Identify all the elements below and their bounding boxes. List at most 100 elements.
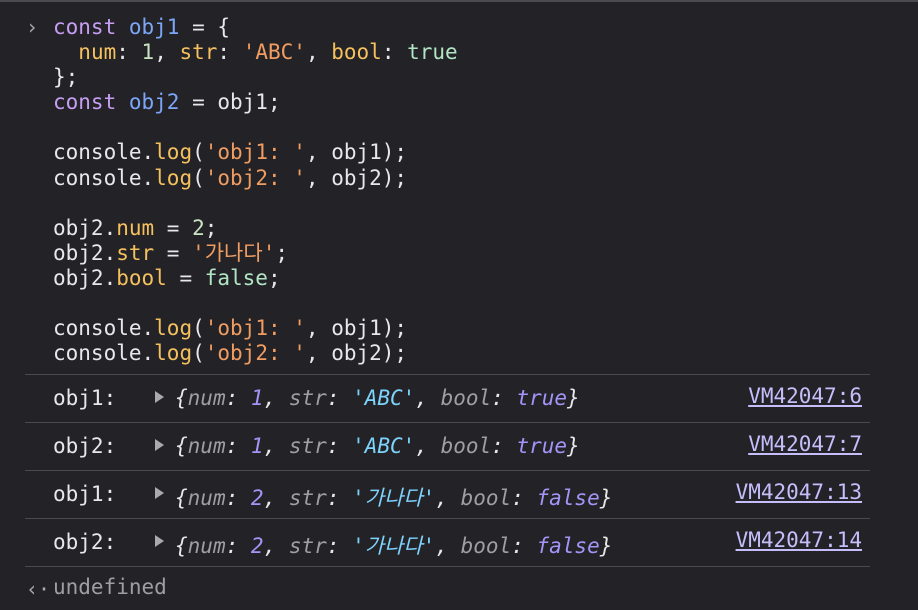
bottom-divider	[25, 566, 870, 567]
key-str: str	[288, 386, 327, 410]
code-token: const	[53, 15, 117, 39]
key-num: num	[187, 486, 226, 510]
code-token: 2	[192, 215, 205, 240]
log-label: obj2:	[53, 530, 117, 554]
value-str: '가나다'	[352, 534, 436, 558]
key-bool: bool	[440, 434, 492, 458]
object-preview[interactable]: {num: 2, str: '가나다', bool: false}	[175, 530, 612, 560]
code-token: ,	[305, 40, 332, 65]
code-line: const obj1 = {	[53, 15, 458, 40]
key-str: str	[288, 434, 327, 458]
code-token: 'obj1: '	[204, 140, 306, 165]
top-divider	[0, 0, 918, 2]
input-code-block[interactable]: const obj1 = { num: 1, str: 'ABC', bool:…	[53, 15, 458, 366]
value-bool: false	[536, 534, 600, 558]
code-token: str	[116, 240, 155, 265]
code-token: ;	[204, 215, 218, 240]
object-preview[interactable]: {num: 2, str: '가나다', bool: false}	[175, 482, 612, 512]
code-token: ;	[267, 265, 281, 290]
code-token: :	[217, 40, 243, 65]
log-row: obj1: {num: 2, str: '가나다', bool: false} VM…	[25, 470, 870, 518]
source-link[interactable]: VM42047:14	[736, 528, 862, 552]
key-bool: bool	[460, 534, 512, 558]
code-token: , obj2);	[305, 165, 408, 190]
code-token: console.	[53, 140, 155, 165]
value-num: 2	[250, 486, 264, 510]
expand-triangle-icon[interactable]	[155, 487, 164, 499]
source-link[interactable]: VM42047:7	[748, 432, 862, 456]
return-arrow-icon: ‹·	[26, 577, 51, 601]
code-token: obj2.	[53, 265, 117, 290]
code-token: obj2.	[53, 215, 117, 240]
expand-triangle-icon[interactable]	[155, 391, 164, 403]
code-line: };	[53, 65, 458, 90]
expand-triangle-icon[interactable]	[155, 439, 164, 451]
code-token: (	[192, 341, 205, 366]
return-value: undefined	[53, 575, 167, 599]
value-num: 2	[250, 534, 264, 558]
code-line: console.log('obj2: ', obj2);	[53, 341, 458, 366]
code-token: console.	[53, 316, 155, 341]
code-token: =	[166, 265, 205, 290]
code-line: obj2.num = 2;	[53, 216, 458, 241]
object-preview[interactable]: {num: 1, str: 'ABC', bool: true}	[175, 434, 580, 458]
code-token: log	[154, 341, 193, 366]
code-token: , obj1);	[305, 316, 408, 341]
key-num: num	[187, 434, 226, 458]
code-token: (	[192, 316, 205, 341]
code-token: 1	[141, 40, 155, 65]
code-token: str	[179, 40, 218, 65]
log-row: obj1: {num: 1, str: 'ABC', bool: true} VM4…	[25, 374, 870, 422]
code-token: num	[78, 40, 117, 65]
code-token: true	[407, 40, 458, 65]
code-token: = obj1;	[179, 90, 281, 115]
value-bool: true	[516, 434, 568, 458]
chevron-right-icon: ›	[26, 15, 39, 39]
source-link[interactable]: VM42047:13	[736, 480, 862, 504]
source-link[interactable]: VM42047:6	[748, 384, 862, 408]
value-str: 'ABC'	[352, 386, 416, 410]
key-num: num	[187, 534, 226, 558]
code-line: const obj2 = obj1;	[53, 90, 458, 115]
code-token: };	[53, 65, 79, 90]
code-token: ,	[154, 40, 180, 65]
code-token: :	[116, 40, 142, 65]
code-token: obj2.	[53, 240, 117, 265]
log-label: obj1:	[53, 386, 117, 410]
code-token: , obj1);	[305, 140, 408, 165]
value-bool: true	[516, 386, 568, 410]
code-token: (	[192, 165, 205, 190]
code-token: 'obj2: '	[204, 341, 306, 366]
code-token: log	[154, 316, 193, 341]
expand-triangle-icon[interactable]	[155, 535, 164, 547]
object-preview[interactable]: {num: 1, str: 'ABC', bool: true}	[175, 386, 580, 410]
code-token: =	[154, 240, 193, 265]
code-token: 'obj2: '	[204, 165, 306, 190]
code-token: obj2	[128, 90, 180, 115]
code-token: 'ABC'	[242, 40, 306, 65]
code-line: obj2.bool = false;	[53, 266, 458, 291]
code-token: console.	[53, 165, 155, 190]
code-token: (	[192, 140, 205, 165]
code-token: bool	[116, 265, 167, 290]
code-token: log	[154, 140, 193, 165]
code-line: console.log('obj2: ', obj2);	[53, 166, 458, 191]
code-token: , obj2);	[305, 341, 408, 366]
code-token: console.	[53, 341, 155, 366]
value-str: '가나다'	[352, 486, 436, 510]
code-line: console.log('obj1: ', obj1);	[53, 316, 458, 341]
code-token: ;	[275, 240, 288, 265]
code-token: log	[154, 165, 193, 190]
code-token: bool	[331, 40, 382, 65]
value-bool: false	[536, 486, 600, 510]
code-token: '가나다'	[192, 240, 276, 265]
log-label: obj1:	[53, 482, 117, 506]
code-token: :	[381, 40, 408, 65]
value-num: 1	[250, 386, 264, 410]
